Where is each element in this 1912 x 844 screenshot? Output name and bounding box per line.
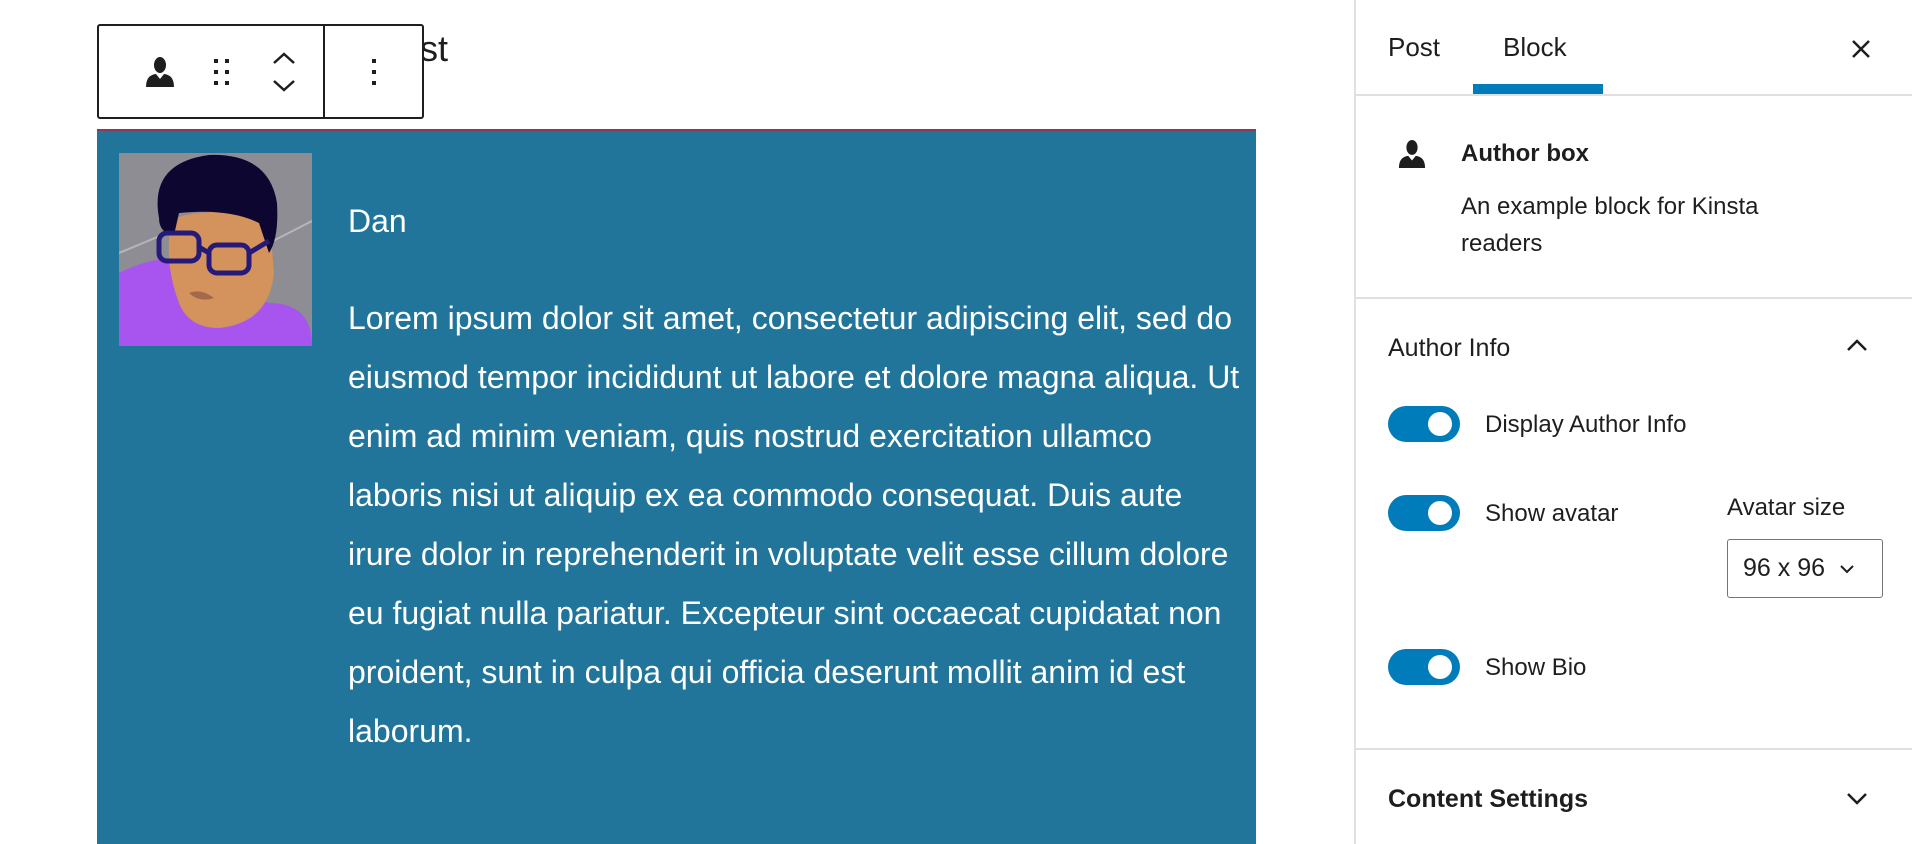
block-card-description: An example block for Kinsta readers (1461, 193, 1759, 257)
block-toolbar (97, 24, 424, 119)
chevron-down-icon (1840, 564, 1854, 573)
drag-handle-icon (214, 58, 229, 85)
show-avatar-toggle[interactable] (1388, 495, 1460, 531)
block-type-button[interactable] (129, 42, 191, 102)
move-down-icon[interactable] (272, 79, 296, 93)
display-author-info-label: Display Author Info (1485, 411, 1687, 438)
tab-block[interactable]: Block (1503, 32, 1567, 63)
show-avatar-label: Show avatar (1485, 500, 1619, 527)
author-name: Dan (348, 203, 407, 239)
avatar-size-select[interactable]: 96 x 96 (1727, 539, 1883, 598)
divider (1356, 297, 1912, 299)
avatar (119, 153, 312, 346)
move-up-icon[interactable] (272, 51, 296, 65)
content-settings-panel-title[interactable]: Content Settings (1388, 785, 1588, 814)
show-bio-toggle[interactable] (1388, 649, 1460, 685)
block-card-title: Author box (1461, 140, 1589, 167)
divider (1356, 94, 1912, 96)
display-author-info-toggle[interactable] (1388, 406, 1460, 442)
close-icon[interactable] (1850, 38, 1872, 60)
author-box-block[interactable]: Dan Lorem ipsum dolor sit amet, consecte… (97, 129, 1256, 844)
more-options-button[interactable] (343, 42, 405, 102)
settings-sidebar: Post Block Author box An example block f… (1354, 0, 1912, 844)
active-tab-indicator (1473, 84, 1603, 94)
author-info-panel-title[interactable]: Author Info (1388, 334, 1510, 363)
tab-post[interactable]: Post (1388, 32, 1440, 63)
chevron-up-icon[interactable] (1846, 338, 1868, 352)
avatar-size-label: Avatar size (1727, 494, 1846, 521)
show-bio-label: Show Bio (1485, 654, 1587, 681)
avatar-size-value: 96 x 96 (1743, 554, 1826, 582)
author-icon (146, 56, 174, 87)
chevron-down-icon[interactable] (1846, 792, 1868, 806)
drag-handle-button[interactable] (191, 42, 253, 102)
author-block-icon (1398, 140, 1426, 168)
author-bio: Lorem ipsum dolor sit amet, consectetur … (348, 300, 1240, 749)
divider (1356, 748, 1912, 750)
more-options-icon (371, 58, 376, 85)
